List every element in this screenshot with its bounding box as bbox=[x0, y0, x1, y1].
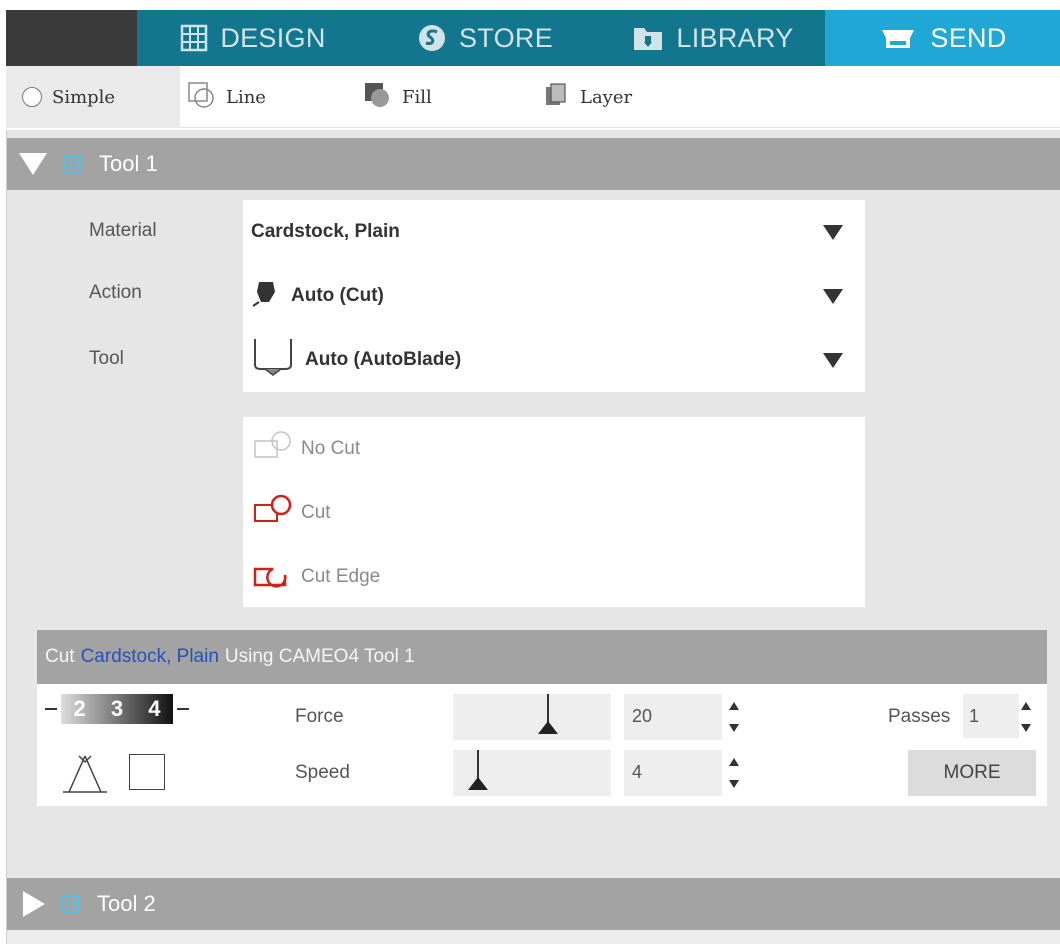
force-slider[interactable] bbox=[453, 694, 611, 740]
tab-library-label: LIBRARY bbox=[676, 22, 794, 53]
speed-slider-line bbox=[477, 750, 479, 780]
speed-input[interactable]: 4 bbox=[624, 750, 722, 796]
cut-label: Cut bbox=[301, 502, 331, 523]
send-machine-icon bbox=[878, 24, 918, 52]
blade-action-icon bbox=[251, 278, 281, 314]
blade-number: 3 bbox=[110, 696, 124, 721]
action-value: Auto (Cut) bbox=[291, 285, 384, 306]
action-dropdown[interactable]: Auto (Cut) bbox=[243, 264, 865, 328]
cut-edge-label: Cut Edge bbox=[301, 566, 381, 587]
cut-settings-header: Cut Cardstock, Plain Using CAMEO4 Tool 1 bbox=[37, 630, 1047, 684]
chevron-down-icon[interactable] bbox=[823, 225, 843, 240]
action-label: Action bbox=[89, 282, 142, 303]
material-value: Cardstock, Plain bbox=[251, 221, 400, 242]
blade-number-strip[interactable]: 2 3 4 bbox=[61, 694, 173, 724]
option-no-cut[interactable]: No Cut bbox=[251, 419, 360, 479]
speed-slider-thumb[interactable] bbox=[468, 777, 488, 790]
mode-layer[interactable]: Layer bbox=[542, 66, 632, 128]
grid-icon bbox=[180, 24, 208, 52]
tool-settings-box: Cardstock, Plain Auto (Cut) Auto (AutoBl… bbox=[243, 200, 865, 392]
radio-icon[interactable] bbox=[22, 87, 42, 107]
square-tool-icon[interactable] bbox=[129, 754, 165, 790]
chevron-down-icon[interactable] bbox=[823, 353, 843, 368]
cut-options-box: No Cut Cut Cut Edge bbox=[243, 417, 865, 607]
mode-simple[interactable]: Simple bbox=[6, 66, 180, 128]
spinner-down-icon[interactable] bbox=[1021, 724, 1031, 732]
no-cut-label: No Cut bbox=[301, 438, 361, 459]
tab-library[interactable]: LIBRARY bbox=[601, 10, 825, 66]
tool-label: Tool bbox=[89, 348, 124, 369]
mode-line[interactable]: Line bbox=[186, 66, 266, 128]
chevron-down-icon[interactable] bbox=[823, 289, 843, 304]
cut-edge-icon bbox=[251, 557, 295, 597]
passes-input[interactable]: 1 bbox=[963, 694, 1019, 738]
tool-2-header[interactable]: Tool 2 bbox=[7, 878, 1060, 930]
top-navigation: DESIGN STORE LIBRARY SEND bbox=[6, 10, 1060, 66]
tab-store-label: STORE bbox=[458, 22, 554, 53]
tool-1-header[interactable]: Tool 1 bbox=[7, 138, 1060, 190]
passes-spinner[interactable] bbox=[1021, 702, 1035, 732]
tri-tool-icon[interactable] bbox=[59, 750, 111, 803]
cut-settings-panel: 2 3 4 Force 20 Speed 4 Passes 1 MORE bbox=[37, 684, 1047, 806]
mode-line-label: Line bbox=[226, 86, 266, 108]
more-button[interactable]: MORE bbox=[908, 750, 1036, 796]
tool-2-title: Tool 2 bbox=[97, 891, 156, 916]
blade-depth-selector[interactable]: 2 3 4 bbox=[45, 694, 189, 724]
force-spinner[interactable] bbox=[729, 702, 743, 732]
spinner-up-icon[interactable] bbox=[1021, 702, 1031, 710]
blade-number: 2 bbox=[73, 696, 86, 721]
cut-icon bbox=[251, 493, 295, 533]
tool-value: Auto (AutoBlade) bbox=[305, 349, 462, 370]
tab-send-label: SEND bbox=[930, 22, 1007, 53]
expand-triangle-icon[interactable] bbox=[23, 891, 45, 917]
tab-store[interactable]: STORE bbox=[369, 10, 601, 66]
material-dropdown[interactable]: Cardstock, Plain bbox=[243, 200, 865, 264]
layer-mode-icon bbox=[542, 81, 570, 114]
spinner-down-icon[interactable] bbox=[729, 780, 739, 788]
speed-label: Speed bbox=[295, 762, 350, 783]
mode-simple-label: Simple bbox=[52, 86, 116, 108]
mode-layer-label: Layer bbox=[580, 86, 633, 108]
spinner-down-icon[interactable] bbox=[729, 724, 739, 732]
speed-slider[interactable] bbox=[453, 750, 611, 796]
speed-spinner[interactable] bbox=[729, 758, 743, 788]
nav-left-dark-area bbox=[6, 10, 137, 66]
cut-material-link[interactable]: Cardstock, Plain bbox=[81, 646, 219, 668]
option-cut[interactable]: Cut bbox=[251, 483, 331, 543]
force-label: Force bbox=[295, 706, 344, 727]
panel-bottom-strip bbox=[7, 930, 1060, 944]
arrow-right-icon[interactable] bbox=[177, 708, 189, 710]
spinner-up-icon[interactable] bbox=[729, 702, 739, 710]
line-mode-icon bbox=[186, 80, 216, 115]
mode-fill[interactable]: Fill bbox=[362, 66, 432, 128]
material-label: Material bbox=[89, 220, 157, 241]
blade-number: 4 bbox=[148, 696, 161, 721]
tab-design-label: DESIGN bbox=[220, 22, 326, 53]
mode-fill-label: Fill bbox=[402, 86, 432, 108]
tab-design[interactable]: DESIGN bbox=[137, 10, 369, 66]
tool-dropdown[interactable]: Auto (AutoBlade) bbox=[243, 328, 865, 392]
cut-suffix: Using CAMEO4 Tool 1 bbox=[224, 646, 415, 667]
send-panel: Tool 1 Material Action Tool Cardstock, P… bbox=[6, 130, 1060, 944]
passes-label: Passes bbox=[888, 706, 951, 727]
spinner-up-icon[interactable] bbox=[729, 758, 739, 766]
option-cut-edge[interactable]: Cut Edge bbox=[251, 547, 380, 607]
force-slider-line bbox=[547, 694, 549, 724]
cut-prefix: Cut bbox=[45, 646, 75, 667]
no-cut-icon bbox=[251, 429, 295, 469]
library-icon bbox=[632, 24, 664, 52]
tool-1-title: Tool 1 bbox=[99, 151, 158, 176]
tool-holder-icon bbox=[61, 895, 79, 913]
autoblade-icon bbox=[251, 337, 295, 383]
tool-holder-icon bbox=[63, 155, 81, 173]
store-s-icon bbox=[417, 23, 447, 53]
force-input[interactable]: 20 bbox=[624, 694, 722, 740]
collapse-triangle-icon[interactable] bbox=[19, 153, 47, 175]
force-slider-thumb[interactable] bbox=[538, 721, 558, 734]
tab-send[interactable]: SEND bbox=[825, 10, 1060, 66]
arrow-left-icon[interactable] bbox=[45, 708, 57, 710]
fill-mode-icon bbox=[362, 80, 392, 115]
send-mode-row: Simple Line Fill Layer bbox=[6, 66, 1060, 128]
